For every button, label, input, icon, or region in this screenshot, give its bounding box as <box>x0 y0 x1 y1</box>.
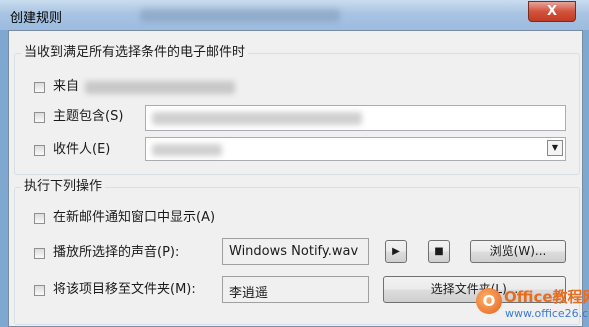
window-title: 创建规则 <box>10 11 63 26</box>
watermark-url: www.office26.com <box>505 307 589 320</box>
show-alert-checkbox[interactable] <box>34 213 45 224</box>
close-button[interactable]: X <box>528 1 576 22</box>
title-bar[interactable]: 创建规则 X <box>0 0 589 30</box>
play-sound-checkbox[interactable] <box>34 248 45 259</box>
sound-file-value: Windows Notify.wav <box>229 244 359 259</box>
chevron-down-icon[interactable]: ▼ <box>547 140 563 156</box>
blurred-sender <box>85 81 235 94</box>
browse-button[interactable]: 浏览(W)... <box>470 240 566 263</box>
folder-field[interactable]: 李逍遥 <box>222 276 369 303</box>
folder-value: 李逍遥 <box>229 286 269 301</box>
recipient-dropdown[interactable]: ▼ <box>145 137 566 161</box>
from-checkbox[interactable] <box>34 82 45 93</box>
subject-input[interactable] <box>145 105 566 131</box>
recipient-label: 收件人(E) <box>53 142 111 157</box>
play-sound-label: 播放所选择的声音(P): <box>53 245 180 260</box>
blurred-subject <box>152 112 362 125</box>
subject-label: 主题包含(S) <box>53 109 124 124</box>
office-logo-icon: O <box>476 288 502 314</box>
move-folder-checkbox[interactable] <box>34 285 45 296</box>
stop-icon: ■ <box>434 246 444 257</box>
stop-button[interactable]: ■ <box>428 240 450 263</box>
subject-checkbox[interactable] <box>34 112 45 123</box>
move-folder-label: 将该项目移至文件夹(M): <box>53 282 196 297</box>
watermark-title: Office教程网 <box>504 288 589 306</box>
play-icon: ▶ <box>392 246 400 257</box>
actions-group-title: 执行下列操作 <box>21 179 106 195</box>
show-alert-label: 在新邮件通知窗口中显示(A) <box>53 210 216 225</box>
from-label: 来自 <box>53 79 80 94</box>
play-button[interactable]: ▶ <box>385 240 407 263</box>
blurred-title-info <box>140 9 340 22</box>
recipient-checkbox[interactable] <box>34 145 45 156</box>
dialog-body: 当收到满足所有选择条件的电子邮件时 来自 主题包含(S) 收件人(E) ▼ 执行… <box>8 30 583 327</box>
blurred-recipient <box>152 144 222 156</box>
sound-file-field[interactable]: Windows Notify.wav <box>222 238 369 265</box>
site-watermark: O Office教程网 www.office26.com <box>474 284 589 327</box>
conditions-group-title: 当收到满足所有选择条件的电子邮件时 <box>21 45 249 61</box>
